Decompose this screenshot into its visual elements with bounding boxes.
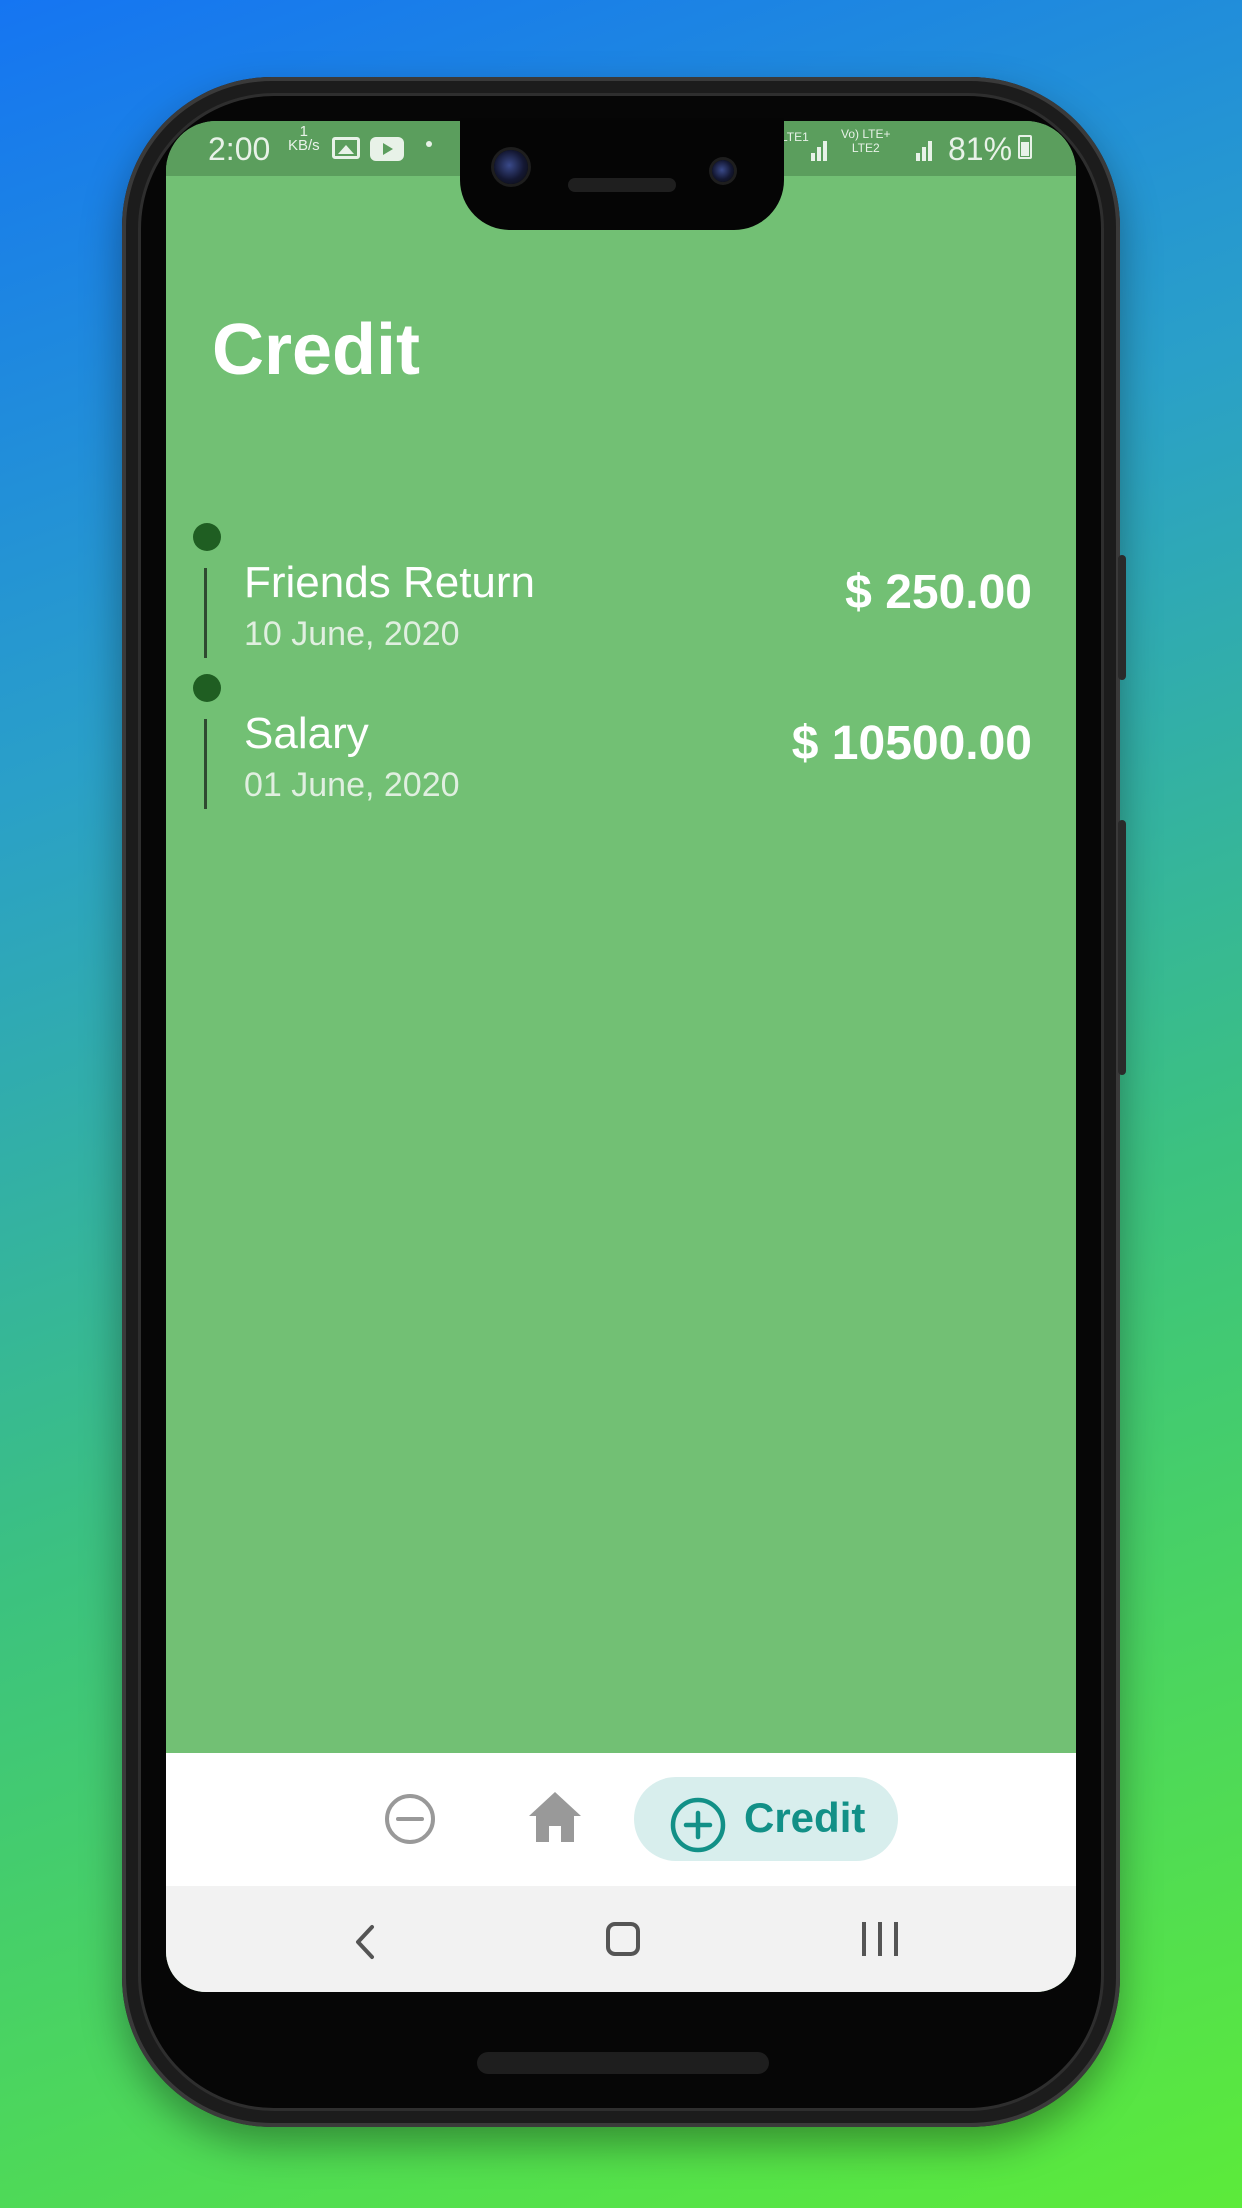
front-camera-icon <box>494 150 528 184</box>
battery-charging-icon <box>1018 135 1032 159</box>
volume-button <box>1118 555 1126 680</box>
net-type-1: LTE1 <box>781 130 809 144</box>
notification-dot-icon <box>426 141 432 147</box>
back-button[interactable] <box>352 1924 378 1960</box>
signal-icon <box>811 137 833 161</box>
transaction-item[interactable]: Friends Return 10 June, 2020 $ 250.00 <box>166 523 1076 673</box>
power-button <box>1118 820 1126 1075</box>
system-navigation-bar <box>166 1886 1076 1992</box>
battery-percent: 81% <box>948 131 1013 167</box>
bottom-navigation: Credit <box>166 1753 1076 1886</box>
home-icon <box>529 1792 581 1842</box>
recent-bar <box>878 1922 882 1956</box>
lte-label-top: Vo) LTE+ <box>841 127 891 141</box>
signal-icon-2 <box>916 137 938 161</box>
minus-circle-icon <box>385 1794 435 1844</box>
net-speed-unit: KB/s <box>288 137 320 154</box>
transaction-date: 01 June, 2020 <box>244 766 460 804</box>
plus-circle-icon <box>670 1797 726 1853</box>
recent-bar <box>862 1922 866 1956</box>
recent-bar <box>894 1922 898 1956</box>
image-icon <box>332 137 360 159</box>
earpiece-speaker <box>568 178 676 192</box>
transaction-amount: $ 10500.00 <box>791 717 1032 770</box>
nav-credit-button[interactable]: Credit <box>634 1777 898 1861</box>
front-sensor-icon <box>712 160 734 182</box>
transaction-amount: $ 250.00 <box>845 566 1032 619</box>
nav-home-button[interactable] <box>526 1789 584 1845</box>
app-screen: 2:00 1 KB/s LTE1 Vo) LTE+ LTE2 81% Credi… <box>166 121 1076 1992</box>
phone-chin-speaker <box>477 2052 769 2074</box>
back-chevron-icon <box>356 1925 374 1959</box>
lte-indicator: Vo) LTE+ LTE2 <box>841 127 890 155</box>
recent-apps-button[interactable] <box>862 1922 898 1956</box>
net-speed: 1 KB/s <box>288 124 320 154</box>
transaction-name: Salary <box>244 709 369 758</box>
page-title: Credit <box>212 310 421 390</box>
timeline-line <box>204 719 207 809</box>
transaction-item[interactable]: Salary 01 June, 2020 $ 10500.00 <box>166 674 1076 824</box>
camera-notch <box>460 118 784 230</box>
home-system-button[interactable] <box>606 1922 640 1956</box>
timeline-dot <box>193 523 221 551</box>
nav-debit-button[interactable] <box>384 1793 436 1845</box>
lte-label-bottom: LTE2 <box>851 141 880 155</box>
status-time: 2:00 <box>208 131 271 167</box>
timeline-dot <box>193 674 221 702</box>
youtube-icon <box>370 137 404 161</box>
nav-credit-label: Credit <box>744 1794 866 1841</box>
transaction-name: Friends Return <box>244 558 536 607</box>
transaction-date: 10 June, 2020 <box>244 615 460 653</box>
timeline-line <box>204 568 207 658</box>
